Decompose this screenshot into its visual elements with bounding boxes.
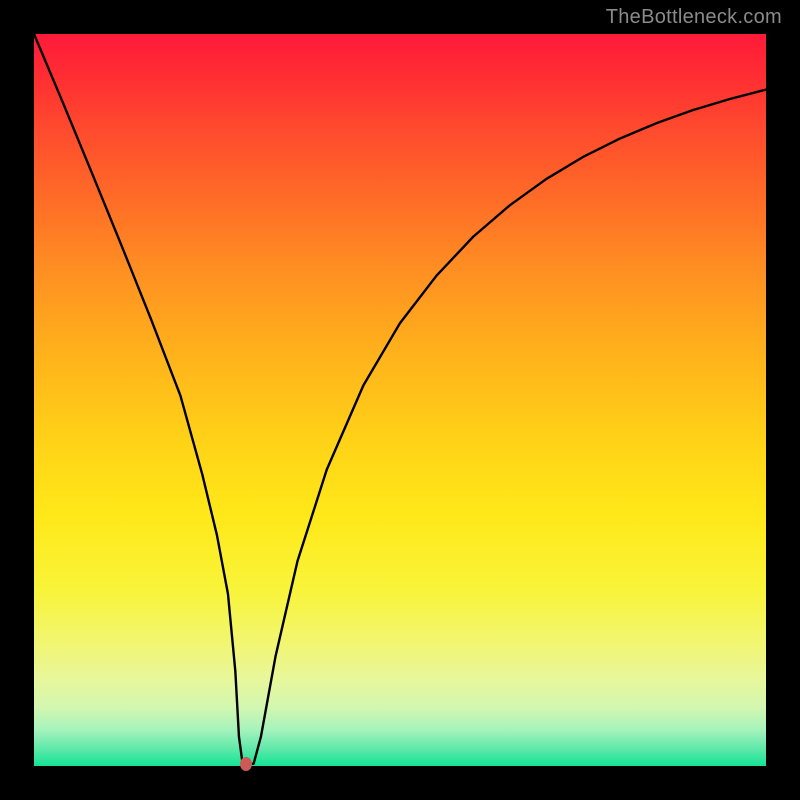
watermark-text: TheBottleneck.com [606, 6, 782, 29]
line-series [34, 34, 766, 766]
data-point-marker [240, 757, 252, 771]
plot-area [34, 34, 766, 766]
chart-frame: TheBottleneck.com [0, 0, 800, 800]
